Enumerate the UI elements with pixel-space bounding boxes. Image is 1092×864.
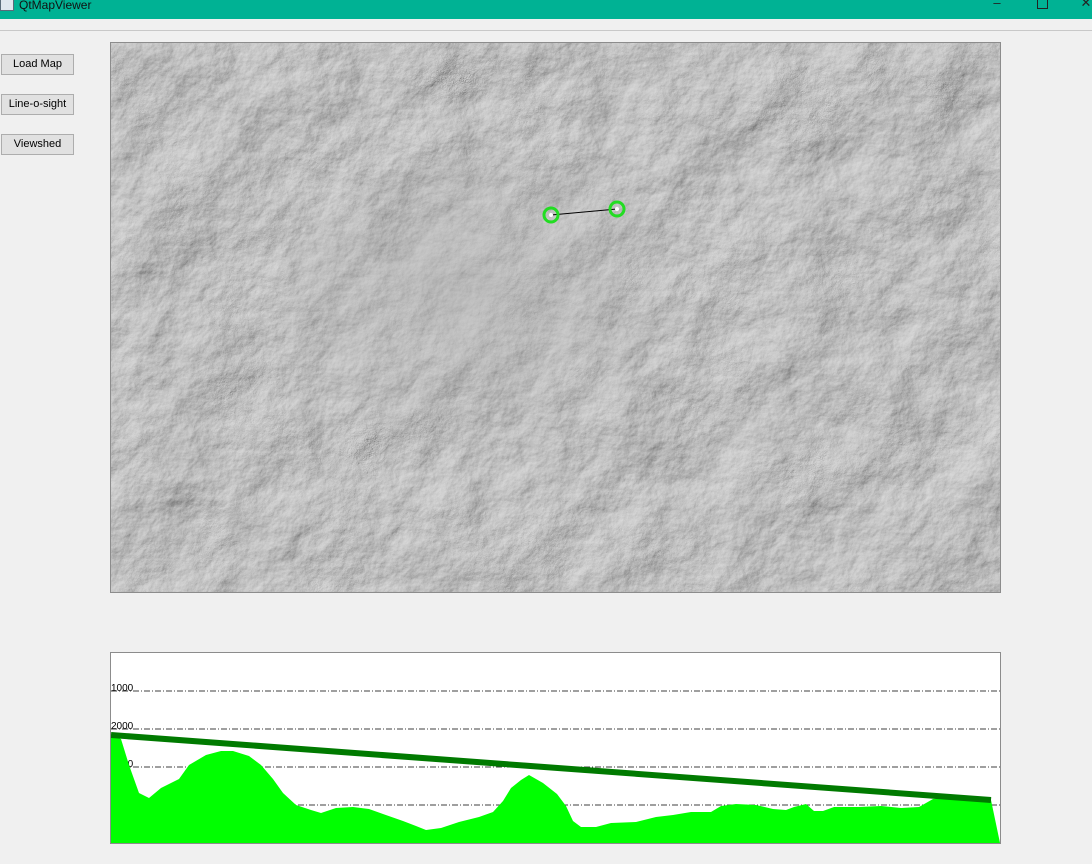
- load-map-button[interactable]: Load Map: [1, 54, 74, 75]
- title-bar: QtMapViewer – ✕: [0, 0, 1092, 19]
- window-title: QtMapViewer: [19, 0, 92, 12]
- close-icon[interactable]: ✕: [1074, 0, 1092, 12]
- viewshed-button[interactable]: Viewshed: [1, 134, 74, 155]
- line-of-sight-button[interactable]: Line-o-sight: [1, 94, 74, 115]
- menu-separator: [0, 30, 1092, 31]
- profile-chart: 1000 2000 3000 4000: [111, 683, 1000, 843]
- depth-tick-1000: 1000: [111, 683, 134, 694]
- map-view[interactable]: [110, 42, 1001, 593]
- minimize-icon[interactable]: –: [985, 0, 1009, 12]
- app-icon: [0, 0, 14, 11]
- elevation-profile: 1000 2000 3000 4000: [110, 652, 1001, 844]
- maximize-icon[interactable]: [1030, 0, 1054, 12]
- hillshade-map: [111, 43, 1000, 592]
- depth-tick-2000: 2000: [111, 721, 134, 732]
